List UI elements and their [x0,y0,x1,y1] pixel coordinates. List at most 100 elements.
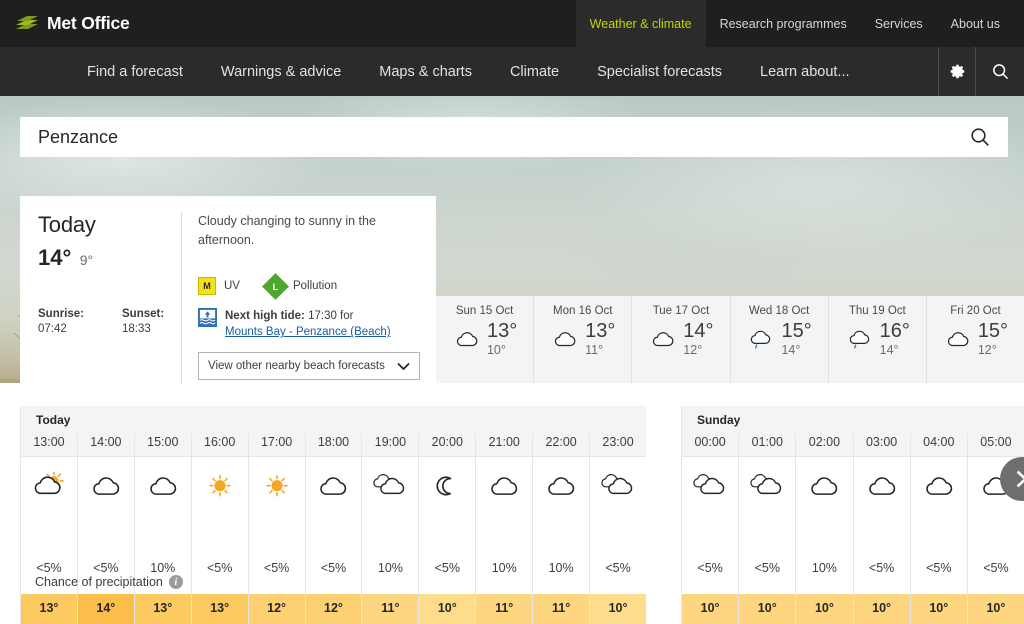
hourly-temperature-value: 12° [305,594,362,624]
main-nav: Find a forecast Warnings & advice Maps &… [0,47,1024,96]
hourly-time-cell: 14:00 [77,433,135,456]
hourly-column: <5% 12° [305,457,363,624]
hourly-precipitation-value: <5% [983,561,1009,575]
nav-search-button[interactable] [975,47,1024,96]
hourly-weather-icon-wrap [485,457,523,515]
cloud-icon [456,332,478,347]
chevron-right-icon [1016,470,1024,488]
day-forecast-temps: 13° 10° [487,321,517,357]
precipitation-info-icon[interactable]: i [168,575,183,589]
day-forecast-cell[interactable]: Mon 16 Oct 13° 11° [534,296,633,383]
hourly-weather-icon-wrap [542,457,580,515]
hourly-column: <5% 10° [739,457,797,624]
sunrise-sunset-row: Sunrise: 07:42 Sunset: 18:33 [38,308,164,335]
utility-nav-item-research-programmes[interactable]: Research programmes [706,0,861,47]
nav-item-learn-about[interactable]: Learn about... [741,47,869,96]
day-forecast-cell[interactable]: Wed 18 Oct 15° 14° [731,296,829,383]
hourly-today-body: Chance of precipitation i Temperature °C… [21,456,646,624]
day-forecast-max: 15° [977,320,1009,342]
search-input[interactable] [20,126,952,148]
today-title: Today [38,212,96,237]
light-rain-icon [849,330,869,349]
hourly-temperature-value: 11° [362,594,419,624]
utility-nav-item-services[interactable]: Services [861,0,937,47]
hourly-time-cell: 22:00 [533,433,591,456]
utility-nav-item-about-us[interactable]: About us [937,0,1024,47]
clouds-icon [693,474,725,495]
nav-item-maps-charts[interactable]: Maps & charts [360,47,491,96]
pollution-badge[interactable]: L [262,272,289,300]
hourly-temperature-value: 10° [419,594,476,624]
day-forecast-body: 15° 14° [746,321,812,357]
hourly-weather-icon-wrap [87,457,125,515]
nav-item-warnings-advice[interactable]: Warnings & advice [202,47,360,96]
search-icon [992,64,1008,80]
today-description: Cloudy changing to sunny in the afternoo… [198,214,376,248]
day-forecast-body: 14° 12° [648,321,714,357]
utility-nav-item-weather-climate[interactable]: Weather & climate [575,0,706,47]
hourly-panel-today: Today 13:00 14:00 15:00 16:00 17:00 18:00 19:0… [20,406,646,624]
sun-icon [208,475,231,497]
hourly-weather-icon-wrap [599,457,637,515]
day-forecast-cell[interactable]: Tue 17 Oct 14° 12° [632,296,731,383]
day-forecast-body: 16° 14° [845,321,910,357]
sunset-label: Sunset: [122,308,165,320]
hourly-temperature-value: 12° [248,594,305,624]
hourly-column: <5% 10° [853,457,911,624]
day-forecast-date: Fri 20 Oct [950,305,1001,317]
nav-item-find-a-forecast[interactable]: Find a forecast [68,47,202,96]
met-office-logo-mark [16,15,38,29]
day-forecast-body: 15° 12° [943,321,1008,357]
beach-forecast-select[interactable]: View other nearby beach forecasts [198,352,420,381]
hourly-temperature-value: 13° [191,594,248,624]
hourly-precipitation-value: <5% [605,561,631,575]
hourly-column: <5% 12° [248,457,306,624]
day-forecast-temps: 16° 14° [880,321,910,357]
sunset-block: Sunset: 18:33 [122,308,164,335]
cloud-icon [93,477,120,496]
uv-pollution-row: M UV L Pollution [198,272,420,300]
hourly-precipitation-value: <5% [206,561,233,575]
day-forecast-min: 10° [486,343,506,357]
cloud-icon [491,477,518,496]
day-forecast-date: Wed 18 Oct [748,305,810,317]
day-forecast-cell[interactable]: Thu 19 Oct 16° 14° [829,296,927,383]
day-forecast-body: 13° 10° [452,321,517,357]
search-submit-button[interactable] [952,117,1008,157]
tide-beach-link[interactable]: Mounts Bay - Penzance (Beach) [225,324,391,341]
today-card-left: Today 14° 9° Sunrise: 07:42 Sunset: 18:3… [20,212,181,383]
day-forecast-cell[interactable]: Fri 20 Oct 15° 12° [927,296,1024,383]
hourly-column: <5% 10° [910,457,968,624]
hourly-precipitation-value: <5% [754,561,780,575]
hourly-time-cell: 15:00 [134,433,192,456]
precipitation-label-text: Chance of precipitation [35,575,163,589]
location-search-bar [20,117,1008,157]
day-forecast-temps: 14° 12° [683,321,713,357]
hourly-time-cell: 01:00 [739,433,797,456]
hourly-temperature-value: 11° [533,594,590,624]
hourly-precipitation-value: <5% [868,561,895,575]
five-day-forecast-strip: Sun 15 Oct 13° 10° Mon 16 Oct 13° 11° Tue 17 O… [436,296,1024,383]
hourly-time-cell: 05:00 [967,433,1024,456]
cloud-icon [947,332,969,347]
hourly-precipitation-value: <5% [93,561,119,575]
panel-gap [646,406,681,624]
day-forecast-min: 11° [585,343,604,357]
hourly-time-cell: 18:00 [305,433,363,456]
hourly-weather-icon-wrap [258,457,296,515]
hourly-forecast-area: Today 13:00 14:00 15:00 16:00 17:00 18:00 19:0… [20,406,1024,624]
hourly-precipitation-value: 10% [548,561,574,575]
uv-index-badge[interactable]: M [198,277,216,296]
hourly-time-cell: 19:00 [362,433,420,456]
day-forecast-cell[interactable]: Sun 15 Oct 13° 10° [436,296,535,383]
clouds-icon [373,474,405,495]
met-office-logo[interactable]: Met Office [0,0,130,47]
hourly-temperature-value: 10° [967,594,1024,624]
hourly-precipitation-value: <5% [697,561,723,575]
today-temperatures: 14° 9° [38,245,181,271]
tide-icon [198,307,217,327]
settings-button[interactable] [938,47,975,96]
nav-item-climate[interactable]: Climate [491,47,578,96]
clouds-icon [601,474,633,495]
nav-item-specialist-forecasts[interactable]: Specialist forecasts [578,47,741,96]
